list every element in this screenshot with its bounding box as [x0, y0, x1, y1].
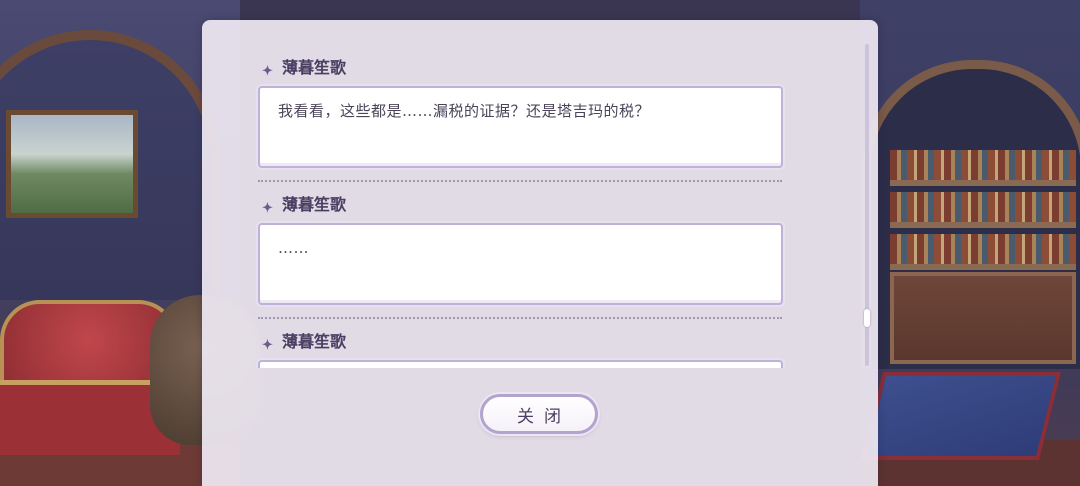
- sparkle-star-icon: ✦: [262, 201, 273, 216]
- close-button[interactable]: 关闭: [480, 394, 598, 434]
- rug: [861, 372, 1061, 460]
- bookshelf-row: [890, 234, 1076, 270]
- speaker-name-text: 薄暮笙歌: [282, 332, 347, 351]
- speaker-name: ✦ 薄暮笙歌: [262, 332, 347, 353]
- speaker-name: ✦ 薄暮笙歌: [262, 58, 347, 79]
- speaker-name-text: 薄暮笙歌: [282, 58, 347, 77]
- dialogue-text-box: ……: [258, 223, 783, 305]
- speaker-name-text: 薄暮笙歌: [282, 195, 347, 214]
- dialogue-text: 我看看，这些都是……漏税的证据？还是塔吉玛的税？: [278, 102, 651, 120]
- entry-divider: [258, 180, 782, 182]
- sparkle-star-icon: ✦: [262, 338, 273, 353]
- bookshelf-row: [890, 150, 1076, 186]
- cabinet: [890, 272, 1076, 364]
- bookshelf-row: [890, 192, 1076, 228]
- dialogue-log-panel: ✦ 薄暮笙歌 我看看，这些都是……漏税的证据？还是塔吉玛的税？ ✦ 薄暮笙歌 …… …: [202, 20, 878, 486]
- sparkle-star-icon: ✦: [262, 64, 273, 79]
- dialogue-log-list[interactable]: ✦ 薄暮笙歌 我看看，这些都是……漏税的证据？还是塔吉玛的税？ ✦ 薄暮笙歌 …… …: [202, 20, 862, 368]
- speaker-name: ✦ 薄暮笙歌: [262, 195, 347, 216]
- entry-divider: [258, 317, 782, 319]
- log-scrollbar[interactable]: [864, 44, 870, 366]
- dialogue-text-box: 我看看，这些都是……漏税的证据？还是塔吉玛的税？: [258, 86, 783, 168]
- dialogue-text-box: [258, 360, 783, 368]
- scrollbar-thumb[interactable]: [864, 309, 870, 327]
- dialogue-text: ……: [278, 239, 309, 257]
- landscape-painting: [6, 110, 138, 218]
